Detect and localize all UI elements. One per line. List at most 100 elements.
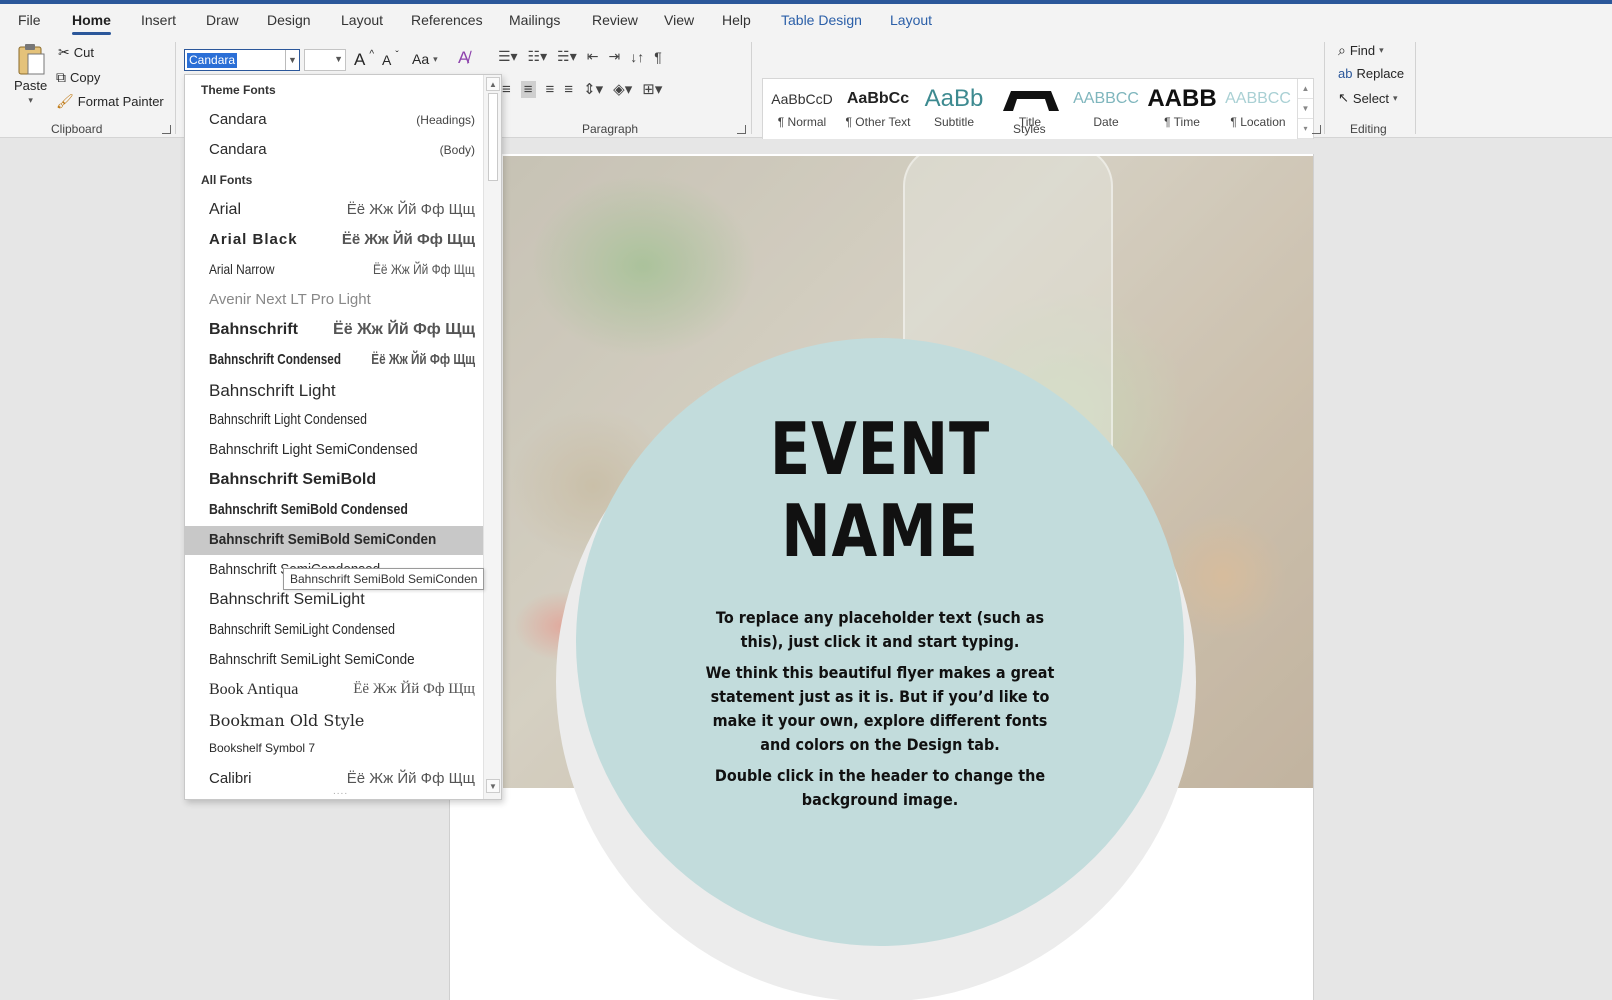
font-option-bahnschrift-semibold-condensed[interactable]: Bahnschrift SemiBold Condensed [185,496,483,525]
font-option-bahnschrift-semibold[interactable]: Bahnschrift SemiBold [185,466,483,495]
justify-icon[interactable]: ≡ [564,81,573,98]
multilevel-list-icon[interactable]: ☵▾ [557,48,577,65]
resize-grip[interactable]: .... [333,786,348,797]
grow-font-icon: A [354,50,366,69]
tab-review[interactable]: Review [592,12,638,28]
font-option-book-antiqua[interactable]: Book Antiqua Ёё Жж Йй Фф Щщ [185,676,483,705]
style-subtitle[interactable]: AaBb Subtitle [917,83,991,137]
align-right-icon[interactable]: ≡ [546,81,555,98]
font-option-name: Bahnschrift Light Condensed [209,411,367,428]
increase-indent-icon[interactable]: ⇥ [608,48,620,65]
shrink-font-icon: A [382,52,392,68]
scroll-down-icon[interactable]: ▼ [486,779,500,793]
clear-formatting-button[interactable]: A̸ [458,48,469,68]
chevron-up-icon[interactable]: ▲ [1298,79,1313,99]
numbering-icon[interactable]: ☷▾ [528,48,548,65]
style-other-text[interactable]: AaBbCc ¶ Other Text [841,83,915,137]
paste-button[interactable]: Paste ▾ [14,42,47,106]
tab-design[interactable]: Design [267,12,311,28]
shrink-font-button[interactable]: Aˇ [382,50,399,69]
font-option-bookshelf-symbol-7[interactable]: Bookshelf Symbol 7 [185,736,483,765]
font-list-scrollbar[interactable]: ▲ ▼ [483,75,501,799]
tab-layout[interactable]: Layout [341,12,383,28]
sort-icon[interactable]: ↓↑ [630,49,644,65]
font-option-name: Candara [209,111,267,128]
font-option-bahnschrift-light-semicondensed[interactable]: Bahnschrift Light SemiCondensed [185,436,483,465]
tab-table-layout[interactable]: Layout [890,12,932,28]
font-name-input[interactable]: Candara [187,53,238,68]
chevron-down-icon[interactable]: ▼ [1298,99,1313,119]
font-option-bahnschrift-semilight-semicondensed[interactable]: Bahnschrift SemiLight SemiConde [185,646,483,675]
tab-insert[interactable]: Insert [141,12,176,28]
style-date[interactable]: AABBCC Date [1069,83,1143,137]
font-option-avenir-next[interactable]: Avenir Next LT Pro Light [185,286,483,315]
more-styles-icon[interactable]: ▾ [1298,119,1313,139]
style-subtitle-label: Subtitle [933,115,975,129]
font-option-arial-black[interactable]: Arial Black Ёё Жж Йй Фф Щщ [185,226,483,255]
cut-button[interactable]: ✂ Cut [58,44,94,61]
tab-draw[interactable]: Draw [206,12,239,28]
tab-view[interactable]: View [664,12,694,28]
title-preview-glyph-icon [1003,91,1059,111]
clear-formatting-icon: A̸ [458,48,470,67]
tab-mailings[interactable]: Mailings [509,12,560,28]
styles-launcher-icon[interactable] [1312,125,1321,134]
tab-references[interactable]: References [411,12,483,28]
style-normal[interactable]: AaBbCcD ¶ Normal [765,83,839,137]
bullets-icon[interactable]: ☰▾ [498,48,518,65]
font-option-name: Bookshelf Symbol 7 [209,741,316,755]
group-separator [1324,42,1325,134]
decrease-indent-icon[interactable]: ⇤ [587,48,599,65]
font-option-bahnschrift-condensed[interactable]: Bahnschrift Condensed Ёё Жж Йй Фф Щщ [185,346,483,375]
event-title[interactable]: EVENT NAME [631,408,1130,572]
event-description[interactable]: To replace any placeholder text (such as… [680,606,1080,819]
chevron-down-icon: ▾ [1393,92,1398,103]
styles-scrollbar[interactable]: ▲ ▼ ▾ [1297,79,1313,139]
font-option-arial-narrow[interactable]: Arial Narrow Ёё Жж Йй Фф Щщ [185,256,483,285]
format-painter-button[interactable]: 🖌 Format Painter [56,93,164,110]
chevron-down-icon[interactable]: ▼ [334,54,343,64]
align-center-icon[interactable]: ≡ [520,80,536,98]
style-other-text-label: ¶ Other Text [845,115,911,129]
shading-icon[interactable]: ◈▾ [613,80,632,98]
style-location[interactable]: AABBCC ¶ Location [1221,83,1295,137]
font-option-candara-headings[interactable]: Candara (Headings) [185,106,483,135]
font-option-bahnschrift-semilight-condensed[interactable]: Bahnschrift SemiLight Condensed [185,616,483,645]
document-page[interactable]: EVENT NAME To replace any placeholder te… [449,154,1314,1000]
tab-table-design[interactable]: Table Design [781,12,862,28]
pilcrow-icon[interactable]: ¶ [654,49,662,65]
font-option-bahnschrift-semilight[interactable]: Bahnschrift SemiLight [185,586,483,615]
scroll-up-icon[interactable]: ▲ [486,77,500,91]
font-option-bahnschrift-light[interactable]: Bahnschrift Light [185,376,483,405]
font-option-candara-body[interactable]: Candara (Body) [185,136,483,165]
font-option-name: Avenir Next LT Pro Light [209,291,371,308]
font-option-bahnschrift[interactable]: Bahnschrift Ёё Жж Йй Фф Щщ [185,316,483,345]
paragraph-launcher-icon[interactable] [737,125,746,134]
scroll-thumb[interactable] [488,93,498,181]
style-date-label: Date [1093,115,1119,129]
line-spacing-icon[interactable]: ⇕▾ [583,80,603,98]
font-size-combobox[interactable]: ▼ [304,49,346,71]
find-button[interactable]: ⌕ Find ▾ [1338,42,1384,59]
font-option-arial[interactable]: Arial Ёё Жж Йй Фф Щщ [185,196,483,225]
font-option-bahnschrift-light-condensed[interactable]: Bahnschrift Light Condensed [185,406,483,435]
copy-button[interactable]: ⧉ Copy [56,69,100,86]
grow-font-button[interactable]: A ^ [354,49,374,70]
group-separator [1415,42,1416,134]
font-option-sample: Ёё Жж Йй Фф Щщ [333,321,475,338]
font-option-name: Bahnschrift Light SemiCondensed [209,441,418,458]
tab-file[interactable]: File [18,12,41,28]
font-name-combobox[interactable]: Candara ▼ [184,49,300,71]
font-option-bookman-old-style[interactable]: Bookman Old Style [185,706,483,735]
font-option-bahnschrift-semibold-semicondensed[interactable]: Bahnschrift SemiBold SemiConden [185,526,483,555]
select-button[interactable]: ↖ Select ▾ [1338,90,1398,106]
chevron-down-icon[interactable]: ▼ [285,50,299,70]
change-case-button[interactable]: Aa ▾ [412,51,438,67]
align-left-icon[interactable]: ≡ [502,81,511,98]
clipboard-launcher-icon[interactable] [162,125,171,134]
tab-home[interactable]: Home [72,12,111,35]
replace-button[interactable]: ab Replace [1338,66,1404,81]
borders-icon[interactable]: ⊞▾ [642,80,662,98]
style-time[interactable]: AABB ¶ Time [1145,83,1219,137]
tab-help[interactable]: Help [722,12,751,28]
